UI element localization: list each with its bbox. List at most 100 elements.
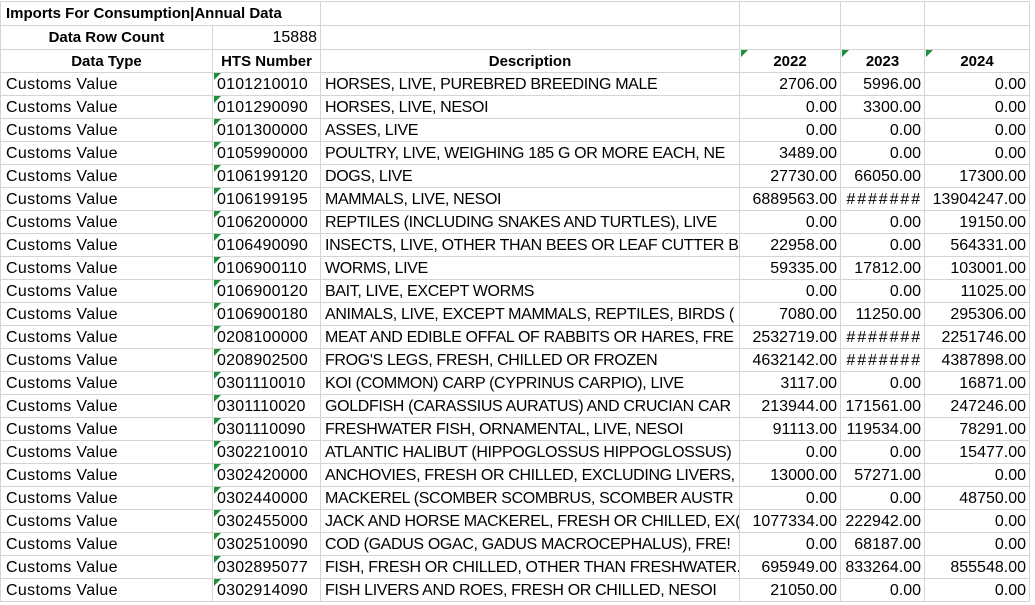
description-cell[interactable]: ANCHOVIES, FRESH OR CHILLED, EXCLUDING L… [321,464,740,486]
value-2022-cell[interactable]: 0.00 [740,441,841,463]
description-cell[interactable]: MAMMALS, LIVE, NESOI [321,188,740,210]
hts-number-cell[interactable]: 0106199195 [213,188,321,210]
value-2024-cell[interactable]: 78291.00 [925,418,1030,440]
value-2022-cell[interactable]: 213944.00 [740,395,841,417]
value-2023-cell[interactable]: 11250.00 [841,303,925,325]
empty-cell[interactable] [321,2,740,25]
value-2024-cell[interactable]: 2251746.00 [925,326,1030,348]
value-2024-cell[interactable]: 0.00 [925,579,1030,601]
value-2024-cell[interactable]: 13904247.00 [925,188,1030,210]
value-2022-cell[interactable]: 13000.00 [740,464,841,486]
hts-number-cell[interactable]: 0101290090 [213,96,321,118]
data-type-cell[interactable]: Customs Value [1,395,213,417]
description-cell[interactable]: ATLANTIC HALIBUT (HIPPOGLOSSUS HIPPOGLOS… [321,441,740,463]
value-2024-cell[interactable]: 0.00 [925,464,1030,486]
hts-number-cell[interactable]: 0301110020 [213,395,321,417]
header-2023-cell[interactable]: 2023 [841,50,925,72]
hts-number-cell[interactable]: 0106199120 [213,165,321,187]
data-type-cell[interactable]: Customs Value [1,556,213,578]
description-cell[interactable]: COD (GADUS OGAC, GADUS MACROCEPHALUS), F… [321,533,740,555]
value-2023-cell[interactable]: 0.00 [841,280,925,302]
hts-number-cell[interactable]: 0106900120 [213,280,321,302]
description-cell[interactable]: DOGS, LIVE [321,165,740,187]
value-2022-cell[interactable]: 7080.00 [740,303,841,325]
value-2022-cell[interactable]: 91113.00 [740,418,841,440]
value-2023-cell[interactable]: 0.00 [841,441,925,463]
data-type-cell[interactable]: Customs Value [1,73,213,95]
empty-cell[interactable] [321,26,740,49]
description-cell[interactable]: FISH LIVERS AND ROES, FRESH OR CHILLED, … [321,579,740,601]
value-2023-cell[interactable]: ####### [841,326,925,348]
value-2022-cell[interactable]: 0.00 [740,487,841,509]
value-2023-cell[interactable]: 171561.00 [841,395,925,417]
value-2022-cell[interactable]: 2706.00 [740,73,841,95]
hts-number-cell[interactable]: 0302455000 [213,510,321,532]
empty-cell[interactable] [841,2,925,25]
value-2023-cell[interactable]: 119534.00 [841,418,925,440]
value-2024-cell[interactable]: 48750.00 [925,487,1030,509]
data-type-cell[interactable]: Customs Value [1,349,213,371]
description-cell[interactable]: JACK AND HORSE MACKEREL, FRESH OR CHILLE… [321,510,740,532]
value-2022-cell[interactable]: 695949.00 [740,556,841,578]
value-2022-cell[interactable]: 6889563.00 [740,188,841,210]
data-type-cell[interactable]: Customs Value [1,188,213,210]
value-2024-cell[interactable]: 0.00 [925,533,1030,555]
description-cell[interactable]: FROG'S LEGS, FRESH, CHILLED OR FROZEN [321,349,740,371]
value-2023-cell[interactable]: 3300.00 [841,96,925,118]
row-count-label-cell[interactable]: Data Row Count [1,26,213,49]
value-2023-cell[interactable]: 0.00 [841,142,925,164]
description-cell[interactable]: WORMS, LIVE [321,257,740,279]
data-type-cell[interactable]: Customs Value [1,510,213,532]
value-2023-cell[interactable]: 222942.00 [841,510,925,532]
header-2022-cell[interactable]: 2022 [740,50,841,72]
value-2022-cell[interactable]: 59335.00 [740,257,841,279]
hts-number-cell[interactable]: 0301110010 [213,372,321,394]
hts-number-cell[interactable]: 0302420000 [213,464,321,486]
value-2022-cell[interactable]: 0.00 [740,119,841,141]
value-2022-cell[interactable]: 0.00 [740,96,841,118]
data-type-cell[interactable]: Customs Value [1,234,213,256]
data-type-cell[interactable]: Customs Value [1,142,213,164]
hts-number-cell[interactable]: 0301110090 [213,418,321,440]
value-2024-cell[interactable]: 11025.00 [925,280,1030,302]
value-2023-cell[interactable]: 0.00 [841,579,925,601]
value-2024-cell[interactable]: 0.00 [925,142,1030,164]
empty-cell[interactable] [740,2,841,25]
header-description-cell[interactable]: Description [321,50,740,72]
value-2024-cell[interactable]: 295306.00 [925,303,1030,325]
value-2024-cell[interactable]: 247246.00 [925,395,1030,417]
data-type-cell[interactable]: Customs Value [1,119,213,141]
value-2024-cell[interactable]: 15477.00 [925,441,1030,463]
value-2024-cell[interactable]: 17300.00 [925,165,1030,187]
hts-number-cell[interactable]: 0105990000 [213,142,321,164]
hts-number-cell[interactable]: 0106490090 [213,234,321,256]
hts-number-cell[interactable]: 0302510090 [213,533,321,555]
value-2022-cell[interactable]: 1077334.00 [740,510,841,532]
data-type-cell[interactable]: Customs Value [1,464,213,486]
description-cell[interactable]: MEAT AND EDIBLE OFFAL OF RABBITS OR HARE… [321,326,740,348]
value-2022-cell[interactable]: 4632142.00 [740,349,841,371]
value-2023-cell[interactable]: ####### [841,188,925,210]
header-2024-cell[interactable]: 2024 [925,50,1030,72]
value-2024-cell[interactable]: 0.00 [925,96,1030,118]
description-cell[interactable]: FRESHWATER FISH, ORNAMENTAL, LIVE, NESOI [321,418,740,440]
description-cell[interactable]: FISH, FRESH OR CHILLED, OTHER THAN FRESH… [321,556,740,578]
header-data-type-cell[interactable]: Data Type [1,50,213,72]
description-cell[interactable]: HORSES, LIVE, PUREBRED BREEDING MALE [321,73,740,95]
value-2024-cell[interactable]: 0.00 [925,73,1030,95]
data-type-cell[interactable]: Customs Value [1,418,213,440]
header-hts-number-cell[interactable]: HTS Number [213,50,321,72]
value-2023-cell[interactable]: 66050.00 [841,165,925,187]
value-2022-cell[interactable]: 0.00 [740,280,841,302]
data-type-cell[interactable]: Customs Value [1,372,213,394]
sheet-title-cell[interactable]: Imports For Consumption|Annual Data [1,2,321,25]
empty-cell[interactable] [925,2,1030,25]
hts-number-cell[interactable]: 0101210010 [213,73,321,95]
value-2024-cell[interactable]: 855548.00 [925,556,1030,578]
empty-cell[interactable] [925,26,1030,49]
value-2024-cell[interactable]: 16871.00 [925,372,1030,394]
hts-number-cell[interactable]: 0302895077 [213,556,321,578]
value-2023-cell[interactable]: 0.00 [841,372,925,394]
hts-number-cell[interactable]: 0106900110 [213,257,321,279]
hts-number-cell[interactable]: 0302914090 [213,579,321,601]
